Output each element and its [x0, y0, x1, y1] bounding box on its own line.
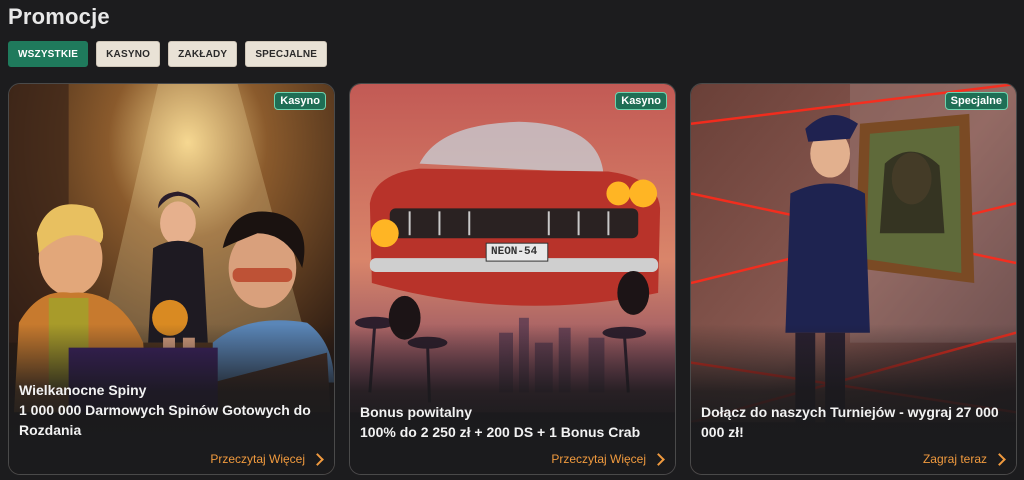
- play-now-link[interactable]: Zagraj teraz: [922, 452, 1006, 466]
- license-plate: NEON-54: [491, 246, 538, 258]
- promo-card-easter-spins[interactable]: Kasyno Wielkanocne Spiny 1 000 000 Darmo…: [8, 83, 335, 475]
- chevron-right-icon: [993, 452, 1006, 466]
- promo-cards: Kasyno Wielkanocne Spiny 1 000 000 Darmo…: [8, 83, 1017, 475]
- filter-special[interactable]: SPECJALNE: [245, 41, 328, 67]
- category-badge: Kasyno: [615, 92, 667, 110]
- filter-casino[interactable]: KASYNO: [96, 41, 161, 67]
- promo-text: Bonus powitalny 100% do 2 250 zł + 200 D…: [360, 402, 663, 442]
- page-title: Promocje: [8, 4, 110, 29]
- filter-bets[interactable]: ZAKŁADY: [168, 41, 238, 67]
- promo-text: Wielkanocne Spiny 1 000 000 Darmowych Sp…: [19, 380, 322, 440]
- promo-text: Dołącz do naszych Turniejów - wygraj 27 …: [701, 402, 1004, 442]
- promo-subtitle: 1 000 000 Darmowych Spinów Gotowych do R…: [19, 402, 311, 438]
- promo-title: Bonus powitalny: [360, 404, 472, 420]
- promo-card-tournaments[interactable]: Specjalne Dołącz do naszych Turniejów - …: [690, 83, 1017, 475]
- chevron-right-icon: [652, 452, 665, 466]
- read-more-label: Przeczytaj Więcej: [210, 452, 305, 466]
- filter-bar: WSZYSTKIE KASYNO ZAKŁADY SPECJALNE: [8, 41, 328, 67]
- read-more-link[interactable]: Przeczytaj Więcej: [210, 452, 324, 466]
- play-now-label: Zagraj teraz: [922, 452, 987, 466]
- promo-title: Wielkanocne Spiny: [19, 382, 147, 398]
- promo-title: Dołącz do naszych Turniejów - wygraj 27 …: [701, 404, 999, 440]
- promo-subtitle: 100% do 2 250 zł + 200 DS + 1 Bonus Crab: [360, 424, 641, 440]
- category-badge: Specjalne: [944, 92, 1008, 110]
- read-more-link[interactable]: Przeczytaj Więcej: [551, 452, 665, 466]
- read-more-label: Przeczytaj Więcej: [551, 452, 646, 466]
- chevron-right-icon: [311, 452, 324, 466]
- filter-all[interactable]: WSZYSTKIE: [8, 41, 89, 67]
- category-badge: Kasyno: [274, 92, 326, 110]
- promo-card-welcome-bonus[interactable]: NEON-54 Kasyno Bonus powitalny 100% do 2…: [349, 83, 676, 475]
